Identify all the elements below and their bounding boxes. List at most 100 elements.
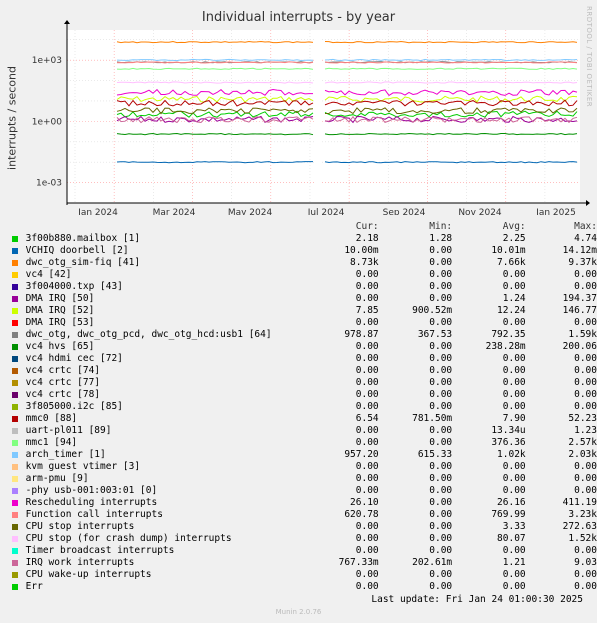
legend-max: 0.00	[574, 389, 597, 400]
legend-series-name: -phy usb-001:003:01 [0]	[25, 485, 158, 496]
legend-row: 3f805000.i2c [85] 0.00 0.00 0.00 0.00	[12, 401, 597, 413]
legend-row: CPU wake-up interrupts 0.00 0.00 0.00 0.00	[12, 569, 597, 581]
legend-max: 9.37k	[568, 257, 597, 268]
x-tick-label: Jan 2024	[77, 208, 118, 215]
x-tick-label: Sep 2024	[383, 208, 426, 215]
legend-cur: 0.00	[355, 269, 379, 280]
legend-avg: 1.02k	[497, 449, 526, 460]
legend-swatch	[12, 367, 18, 374]
legend-max: 9.03	[574, 557, 597, 568]
legend-min: 0.00	[429, 245, 453, 256]
legend-series-name: 3f00b880.mailbox [1]	[25, 233, 141, 244]
legend-series-name: DMA IRQ [52]	[25, 305, 95, 316]
legend-cur: 6.54	[355, 413, 379, 424]
legend-max: 200.06	[562, 341, 597, 352]
legend-swatch	[12, 427, 18, 434]
munin-version: Munin 2.0.76	[275, 608, 322, 616]
legend-max: 0.00	[574, 269, 597, 280]
legend-avg: 0.00	[502, 401, 526, 412]
legend-max: 1.23	[574, 425, 597, 436]
legend-swatch	[12, 247, 18, 254]
x-tick-label: Jan 2025	[535, 208, 576, 215]
legend-row: 3f00b880.mailbox [1] 2.18 1.28 2.25 4.74	[12, 233, 597, 245]
legend-cur: 0.00	[355, 569, 379, 580]
legend-avg: 0.00	[502, 581, 526, 592]
x-tick-label: Nov 2024	[458, 208, 502, 215]
legend-max: 0.00	[574, 485, 597, 496]
legend-swatch	[12, 307, 18, 314]
legend-series-name: Function call interrupts	[25, 509, 163, 520]
legend-series-name: vc4 crtc [78]	[25, 389, 101, 400]
last-update: Last update: Fri Jan 24 01:00:30 2025	[371, 594, 583, 605]
plot-area: 1e-03 1e+00 1e+03 Jan 2024 Mar 2024 May 2024 J…	[32, 20, 590, 215]
legend-row: DMA IRQ [53] 0.00 0.00 0.00 0.00	[12, 317, 597, 329]
legend-max: 194.37	[562, 293, 597, 304]
legend-series-name: vc4 [42]	[25, 269, 72, 280]
legend-swatch	[12, 403, 18, 410]
legend-min: 0.00	[429, 437, 453, 448]
legend-table: Cur: Min: Avg: Max: 3f00b880.mailbox [1]…	[12, 221, 597, 593]
legend-series-name: vc4 crtc [77]	[25, 377, 101, 388]
legend-avg: 1.24	[502, 293, 526, 304]
legend-avg: 80.07	[497, 533, 526, 544]
legend-swatch	[12, 535, 18, 542]
legend-cur: 0.00	[355, 353, 379, 364]
legend-series-name: DMA IRQ [50]	[25, 293, 95, 304]
legend-swatch	[12, 379, 18, 386]
legend-min: 0.00	[429, 257, 453, 268]
legend-min: 0.00	[429, 353, 453, 364]
legend-row: IRQ work interrupts 767.33m 202.61m 1.21 9.0…	[12, 557, 597, 569]
legend-cur: 0.00	[355, 365, 379, 376]
legend-min: 0.00	[429, 545, 453, 556]
legend-row: Timer broadcast interrupts 0.00 0.00 0.00 0.…	[12, 545, 597, 557]
legend-cur: 0.00	[355, 521, 379, 532]
legend-max: 0.00	[574, 353, 597, 364]
legend-row: vc4 crtc [78] 0.00 0.00 0.00 0.00	[12, 389, 597, 401]
legend-swatch	[12, 583, 18, 590]
legend-series-name: DMA IRQ [53]	[25, 317, 95, 328]
legend-row: DMA IRQ [50] 0.00 0.00 1.24 194.37	[12, 293, 597, 305]
legend-row: vc4 hdmi cec [72] 0.00 0.00 0.00 0.00	[12, 353, 597, 365]
legend-row: VCHIQ doorbell [2] 10.00m 0.00 10.01m 14.12m	[12, 245, 597, 257]
legend-row: CPU stop (for crash dump) interrupts 0.00…	[12, 533, 597, 545]
legend-series-name: kvm guest vtimer [3]	[25, 461, 141, 472]
legend-row: uart-pl011 [89] 0.00 0.00 13.34u 1.23	[12, 425, 597, 437]
legend-avg: 26.16	[497, 497, 526, 508]
legend-row: Err 0.00 0.00 0.00 0.00	[12, 581, 597, 593]
legend-max: 272.63	[562, 521, 597, 532]
legend-row: mmc0 [88] 6.54 781.50m 7.90 52.23	[12, 413, 597, 425]
legend-cur: 2.18	[355, 233, 379, 244]
legend-series-name: mmc1 [94]	[25, 437, 78, 448]
legend-avg: 0.00	[502, 389, 526, 400]
legend-max: 0.00	[574, 461, 597, 472]
legend-swatch	[12, 235, 18, 242]
legend-max: 0.00	[574, 581, 597, 592]
legend-max: 2.57k	[568, 437, 597, 448]
legend-min: 0.00	[429, 281, 453, 292]
legend-avg: 2.25	[502, 233, 526, 244]
legend-series-name: VCHIQ doorbell [2]	[25, 245, 129, 256]
legend-swatch	[12, 331, 18, 338]
data-gap	[316, 30, 322, 203]
legend-swatch	[12, 439, 18, 446]
legend-row: -phy usb-001:003:01 [0] 0.00 0.00 0.00 0.00	[12, 485, 597, 497]
legend-cur: 0.00	[355, 293, 379, 304]
legend-series-name: vc4 hvs [65]	[25, 341, 95, 352]
legend-swatch	[12, 271, 18, 278]
legend-row: dwc_otg, dwc_otg_pcd, dwc_otg_hcd:usb1 […	[12, 329, 597, 341]
x-tick-label: Jul 2024	[307, 208, 345, 215]
legend-swatch	[12, 415, 18, 422]
legend-series-name: arch_timer [1]	[25, 449, 106, 460]
legend-avg: 769.99	[491, 509, 526, 520]
legend-row: vc4 hvs [65] 0.00 0.00 238.28m 200.06	[12, 341, 597, 353]
y-tick-label: 1e+00	[32, 117, 63, 127]
legend-min: 0.00	[429, 365, 453, 376]
y-tick-label: 1e-03	[36, 179, 62, 189]
legend-cur: 7.85	[355, 305, 379, 316]
legend-min: 0.00	[429, 425, 453, 436]
legend-avg: 0.00	[502, 377, 526, 388]
legend-row: CPU stop interrupts 0.00 0.00 3.33 272.63	[12, 521, 597, 533]
legend-max: 0.00	[574, 317, 597, 328]
legend-avg: 0.00	[502, 569, 526, 580]
legend-swatch	[12, 511, 18, 518]
